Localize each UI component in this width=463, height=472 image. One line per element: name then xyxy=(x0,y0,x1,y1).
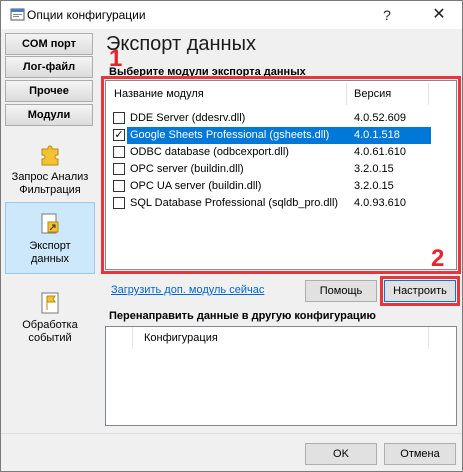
configuration-list[interactable]: Конфигурация xyxy=(105,326,457,426)
sidebar-button-log-file[interactable]: Лог-файл xyxy=(5,56,93,78)
sidebar-item-data-export[interactable]: Экспорт данных xyxy=(5,202,95,274)
load-module-link[interactable]: Загрузить доп. модуль сейчас xyxy=(111,284,264,296)
module-row-selected[interactable]: ✓ Google Sheets Professional (gsheets.dl… xyxy=(106,127,456,144)
help-title-button[interactable]: ? xyxy=(373,3,401,27)
column-header-version[interactable]: Версия xyxy=(354,88,391,100)
module-row[interactable]: SQL Database Professional (sqldb_pro.dll… xyxy=(106,195,456,212)
annotation-marker-2: 2 xyxy=(431,245,445,272)
sidebar-item-label: данных xyxy=(30,253,70,265)
sidebar-button-other[interactable]: Прочее xyxy=(5,80,93,102)
module-name: OPC server (buildin.dll) xyxy=(130,163,244,175)
module-checkbox[interactable] xyxy=(113,163,125,175)
column-divider xyxy=(346,83,347,105)
close-button[interactable]: ✕ xyxy=(419,3,459,27)
sidebar-button-com-port[interactable]: COM порт xyxy=(5,33,93,55)
flag-icon xyxy=(41,292,59,314)
column-divider xyxy=(428,327,429,349)
module-row[interactable]: ODBC database (odbcexport.dll) 4.0.61.61… xyxy=(106,144,456,161)
sidebar-button-modules[interactable]: Модули xyxy=(5,104,93,126)
title-bar: Опции конфигурации ? ✕ xyxy=(1,1,462,29)
module-name: SQL Database Professional (sqldb_pro.dll… xyxy=(130,197,339,209)
module-name: Google Sheets Professional (gsheets.dll) xyxy=(130,129,330,141)
module-row[interactable]: OPC server (buildin.dll) 3.2.0.15 xyxy=(106,161,456,178)
configure-button[interactable]: Настроить xyxy=(384,280,456,302)
column-header-configuration[interactable]: Конфигурация xyxy=(144,332,218,344)
module-version: 4.0.52.609 xyxy=(354,112,406,124)
module-checkbox-checked[interactable]: ✓ xyxy=(113,129,125,141)
sidebar-item-query-filter[interactable]: Запрос Анализ Фильтрация xyxy=(5,143,95,199)
cancel-button[interactable]: Отмена xyxy=(384,443,456,465)
module-checkbox[interactable] xyxy=(113,197,125,209)
dialog-footer: OK Отмена xyxy=(1,433,462,471)
app-icon xyxy=(10,8,25,21)
module-checkbox[interactable] xyxy=(113,112,125,124)
module-name: DDE Server (ddesrv.dll) xyxy=(130,112,246,124)
modules-list[interactable]: Название модуля Версия DDE Server (ddesr… xyxy=(105,80,457,270)
module-row[interactable]: OPC UA server (buildin.dll) 3.2.0.15 xyxy=(106,178,456,195)
window-title: Опции конфигурации xyxy=(27,8,146,22)
sidebar-item-label: событий xyxy=(28,332,72,344)
sidebar-item-label: Фильтрация xyxy=(19,184,81,196)
export-icon xyxy=(41,213,59,234)
module-row[interactable]: DDE Server (ddesrv.dll) 4.0.52.609 xyxy=(106,110,456,127)
ok-button[interactable]: OK xyxy=(305,443,377,465)
sidebar-panel: Запрос Анализ Фильтрация Экспорт данных … xyxy=(5,131,95,466)
module-version: 4.0.1.518 xyxy=(354,129,400,141)
sidebar-item-label: Запрос Анализ xyxy=(11,171,89,183)
module-version: 4.0.61.610 xyxy=(354,146,406,158)
sidebar-item-event-handling[interactable]: Обработка событий xyxy=(5,291,95,347)
module-version: 3.2.0.15 xyxy=(354,163,394,175)
options-dialog: Опции конфигурации ? ✕ COM порт Лог-файл… xyxy=(0,0,463,472)
module-name: ODBC database (odbcexport.dll) xyxy=(130,146,289,158)
modules-list-header: Название модуля Версия xyxy=(106,81,456,107)
module-checkbox[interactable] xyxy=(113,180,125,192)
page-title: Экспорт данных xyxy=(106,33,256,55)
column-divider xyxy=(132,327,133,349)
module-version: 4.0.93.610 xyxy=(354,197,406,209)
module-checkbox[interactable] xyxy=(113,146,125,158)
sidebar-item-label: Экспорт xyxy=(29,240,71,252)
sidebar-item-label: Обработка xyxy=(22,319,78,331)
help-button[interactable]: Помощь xyxy=(305,280,377,302)
column-header-name[interactable]: Название модуля xyxy=(114,88,204,100)
column-divider xyxy=(428,83,429,105)
module-name: OPC UA server (buildin.dll) xyxy=(130,180,262,192)
redirect-section-label: Перенаправить данные в другую конфигурац… xyxy=(109,310,376,322)
puzzle-icon xyxy=(41,145,59,166)
module-version: 3.2.0.15 xyxy=(354,180,394,192)
